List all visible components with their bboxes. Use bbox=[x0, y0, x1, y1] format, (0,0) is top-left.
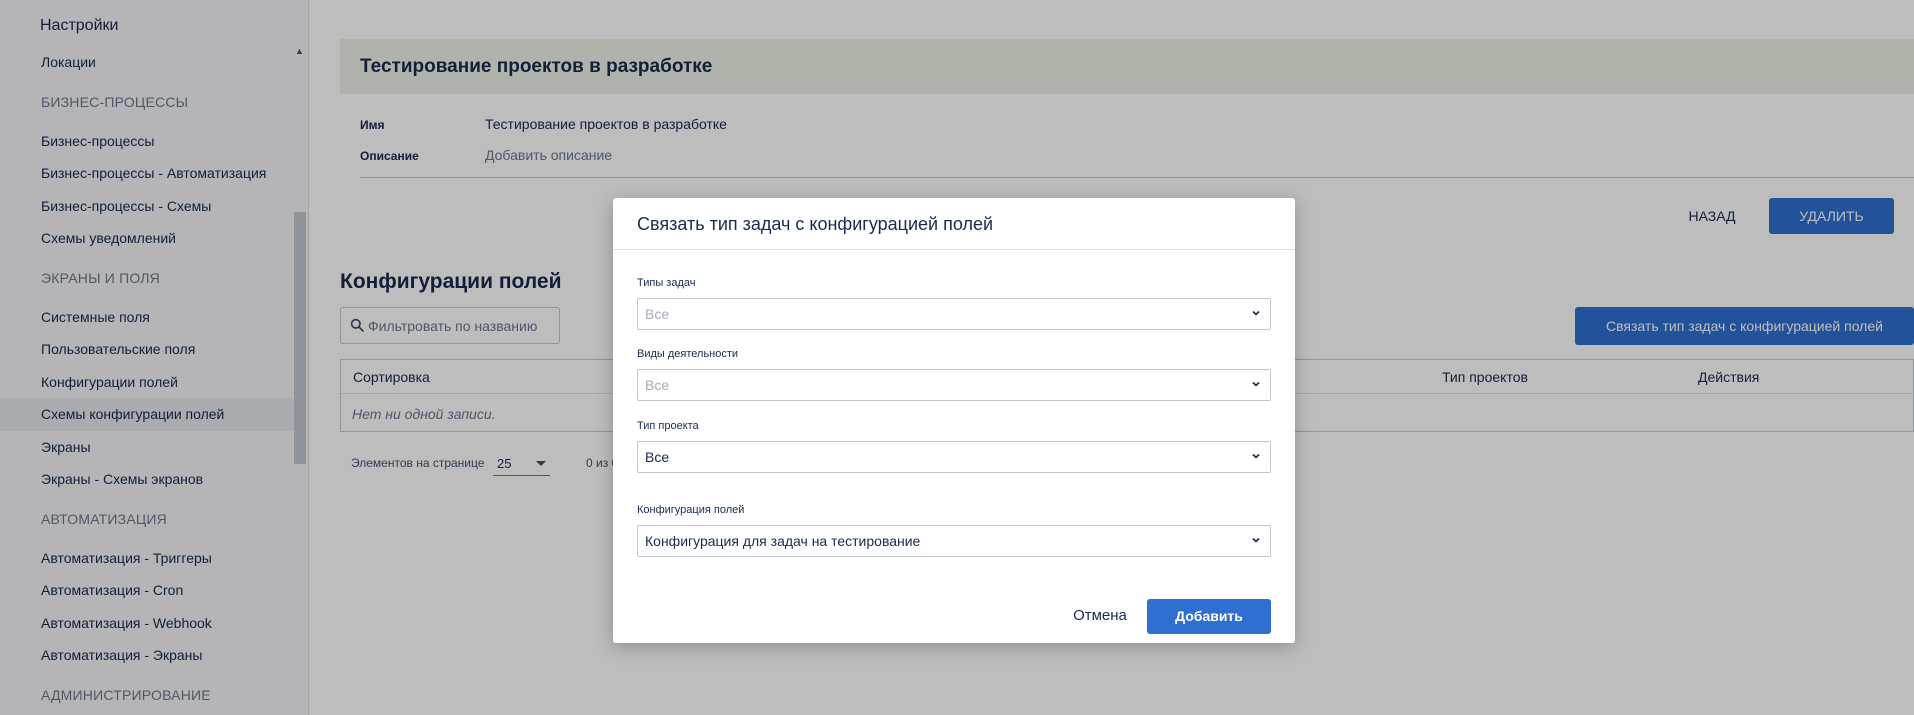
activity-types-label: Виды деятельности bbox=[637, 348, 739, 360]
cancel-button[interactable]: Отмена bbox=[1055, 599, 1145, 633]
chevron-down-icon bbox=[1252, 453, 1260, 459]
add-button[interactable]: Добавить bbox=[1147, 599, 1271, 634]
field-config-value: Конфигурация для задач на тестирование bbox=[645, 533, 921, 549]
issue-types-value: Все bbox=[645, 306, 670, 322]
link-dialog: Связать тип задач с конфигурацией полей … bbox=[613, 198, 1295, 643]
project-type-select[interactable]: Все bbox=[637, 441, 1271, 473]
field-config-select[interactable]: Конфигурация для задач на тестирование bbox=[637, 525, 1271, 557]
dialog-header: Связать тип задач с конфигурацией полей bbox=[613, 198, 1295, 250]
project-type-label: Тип проекта bbox=[637, 420, 699, 432]
chevron-down-icon bbox=[1252, 381, 1260, 387]
chevron-down-icon bbox=[1252, 537, 1260, 543]
dialog-title: Связать тип задач с конфигурацией полей bbox=[637, 214, 994, 234]
chevron-down-icon bbox=[1252, 310, 1260, 316]
issue-types-label: Типы задач bbox=[637, 277, 696, 289]
activity-types-select[interactable]: Все bbox=[637, 369, 1271, 401]
field-config-label: Конфигурация полей bbox=[637, 504, 745, 516]
issue-types-select[interactable]: Все bbox=[637, 298, 1271, 330]
project-type-value: Все bbox=[645, 449, 670, 465]
activity-types-value: Все bbox=[645, 377, 670, 393]
